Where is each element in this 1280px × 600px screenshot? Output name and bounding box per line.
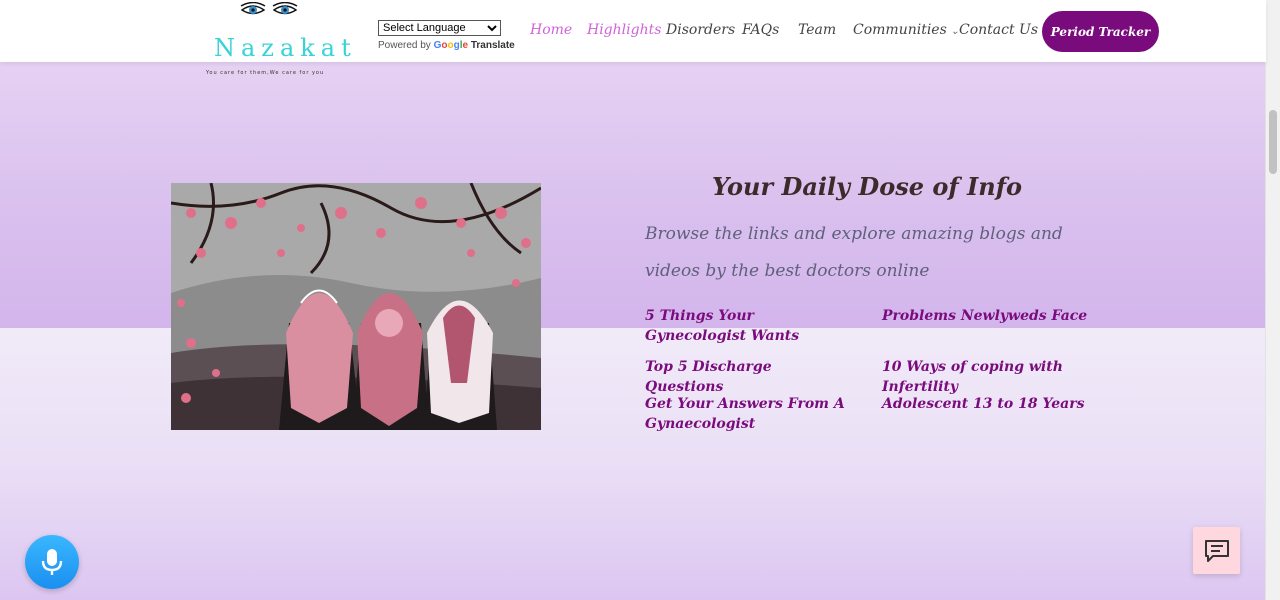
- link-gynecologist-wants[interactable]: 5 Things Your Gynecologist Wants: [645, 306, 845, 346]
- period-tracker-button[interactable]: Period Tracker: [1042, 11, 1159, 52]
- nav-communities-label: Communities: [853, 22, 947, 38]
- translate-link[interactable]: Translate: [471, 40, 515, 51]
- page-scrollbar[interactable]: [1265, 0, 1280, 600]
- google-translate-widget: Select Language Powered by Google Transl…: [378, 16, 515, 51]
- eyes-logo-icon: [240, 2, 298, 15]
- brand-name: Nazakat: [214, 34, 357, 62]
- nav-contact-us[interactable]: Contact Us: [959, 22, 1038, 38]
- nav-communities[interactable]: Communities ⌄: [853, 22, 959, 38]
- link-ask-gynaecologist[interactable]: Get Your Answers From A Gynaecologist: [645, 394, 845, 434]
- women-under-blossom-tree-image: [171, 183, 541, 430]
- nav-home[interactable]: Home: [530, 22, 572, 38]
- site-header: Nazakat You care for them,We care for yo…: [0, 0, 1266, 76]
- chevron-down-icon: ⌄: [950, 26, 960, 37]
- brand-tagline: You care for them,We care for you: [206, 70, 325, 76]
- nav-team[interactable]: Team: [798, 22, 836, 38]
- info-description: Browse the links and explore amazing blo…: [645, 224, 1063, 281]
- google-logo-text: Google: [433, 40, 469, 51]
- info-title: Your Daily Dose of Info: [712, 172, 1023, 201]
- site-logo[interactable]: Nazakat You care for them,We care for yo…: [200, 0, 351, 80]
- link-infertility[interactable]: 10 Ways of coping with Infertility: [882, 357, 1142, 397]
- link-adolescent[interactable]: Adolescent 13 to 18 Years: [882, 394, 1122, 414]
- nav-faqs[interactable]: FAQs: [742, 22, 779, 38]
- voice-assistant-button[interactable]: [25, 535, 79, 589]
- chat-button[interactable]: [1193, 527, 1240, 574]
- language-select[interactable]: Select Language: [378, 20, 501, 36]
- hero-image: [171, 183, 541, 430]
- scrollbar-thumb[interactable]: [1269, 110, 1277, 174]
- chat-icon: [1204, 539, 1229, 562]
- microphone-icon: [41, 549, 63, 575]
- nav-highlights[interactable]: Highlights: [587, 22, 661, 38]
- powered-by-text: Powered by Google Translate: [378, 40, 515, 51]
- link-newlyweds[interactable]: Problems Newlyweds Face: [882, 306, 1122, 326]
- link-discharge-questions[interactable]: Top 5 Discharge Questions: [645, 357, 845, 397]
- nav-disorders[interactable]: Disorders: [666, 22, 735, 38]
